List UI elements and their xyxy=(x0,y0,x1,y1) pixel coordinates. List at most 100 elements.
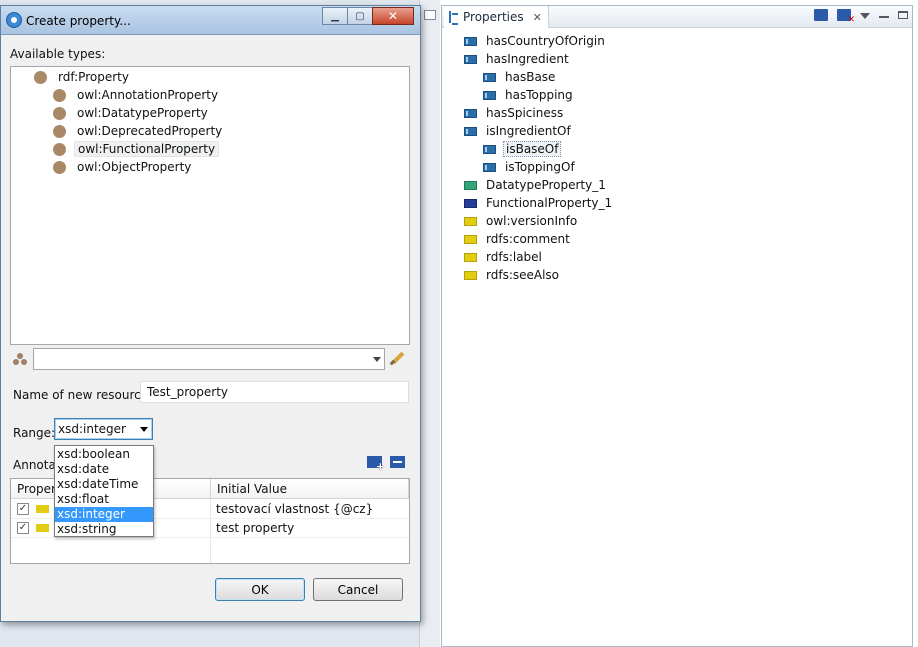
class-node-icon xyxy=(34,70,47,84)
add-annotation-icon[interactable] xyxy=(367,456,385,473)
annotation-property-icon xyxy=(464,252,477,262)
delete-property-icon[interactable] xyxy=(837,9,855,25)
available-types-label: Available types: xyxy=(10,47,106,61)
restore-view-icon[interactable] xyxy=(424,10,436,20)
close-button[interactable]: ✕ xyxy=(372,7,414,25)
class-node-icon xyxy=(53,106,66,120)
property-tree-item[interactable]: hasTopping xyxy=(464,86,614,104)
property-tree-item-label: rdfs:label xyxy=(486,250,542,264)
annotation-property-icon xyxy=(36,524,49,532)
property-tree-item[interactable]: rdfs:seeAlso xyxy=(464,266,614,284)
properties-tabbar: Properties ✕ xyxy=(442,6,912,28)
type-tree-item[interactable]: owl:ObjectProperty xyxy=(53,158,194,176)
property-tree-item[interactable]: isIngredientOf xyxy=(464,122,614,140)
object-property-icon xyxy=(483,72,496,82)
initial-value-cell[interactable]: test property xyxy=(216,521,294,535)
property-tree-item[interactable]: isToppingOf xyxy=(464,158,614,176)
new-property-icon[interactable] xyxy=(814,9,828,21)
range-option[interactable]: xsd:dateTime xyxy=(55,477,153,492)
property-tree-item[interactable]: rdfs:label xyxy=(464,248,614,266)
column-header-initial-value[interactable]: Initial Value xyxy=(211,479,409,499)
range-label: Range: xyxy=(13,426,56,440)
property-tree-item[interactable]: FunctionalProperty_1 xyxy=(464,194,614,212)
chevron-down-icon[interactable] xyxy=(140,427,148,432)
property-tree-item-label: rdfs:seeAlso xyxy=(486,268,560,282)
tab-close-icon[interactable]: ✕ xyxy=(533,11,542,24)
filter-row xyxy=(10,348,410,370)
object-property-icon xyxy=(483,162,496,172)
remove-annotation-icon[interactable] xyxy=(390,456,405,468)
view-toolbar xyxy=(814,9,908,25)
filter-combo[interactable] xyxy=(33,348,385,370)
property-tree-item[interactable]: hasBase xyxy=(464,68,614,86)
type-tree-item-label: owl:ObjectProperty xyxy=(77,160,192,174)
property-tree-item[interactable]: isBaseOf xyxy=(464,140,614,158)
type-tree-item-label: rdf:Property xyxy=(58,70,129,84)
dialog-titlebar[interactable]: Create property... ▁ ▢ ✕ xyxy=(1,6,420,35)
annotation-property-icon xyxy=(36,505,49,513)
view-menu-icon[interactable] xyxy=(860,13,870,19)
range-select[interactable]: xsd:integer xyxy=(54,418,153,440)
type-tree-item-label: owl:DeprecatedProperty xyxy=(77,124,223,138)
range-option[interactable]: xsd:date xyxy=(55,462,153,477)
annotation-property-icon xyxy=(464,234,477,244)
property-tree: hasCountryOfOrigin hasIngredient hasBase ha… xyxy=(464,32,614,284)
clear-filter-icon[interactable] xyxy=(389,350,405,366)
object-property-icon xyxy=(483,144,496,154)
property-tree-item[interactable]: rdfs:comment xyxy=(464,230,614,248)
property-tree-item-label: FunctionalProperty_1 xyxy=(486,196,613,210)
property-tree-item-label: hasSpiciness xyxy=(486,106,564,120)
object-property-icon xyxy=(464,54,477,64)
range-option[interactable]: xsd:float xyxy=(55,492,153,507)
type-tree-item[interactable]: owl:DeprecatedProperty xyxy=(53,122,225,140)
maximize-button[interactable]: ▢ xyxy=(347,7,373,25)
range-option[interactable]: xsd:string xyxy=(55,522,153,537)
window-controls: ▁ ▢ ✕ xyxy=(322,7,414,25)
row-checkbox[interactable]: ✓ xyxy=(17,503,29,515)
property-tree-item-label: isToppingOf xyxy=(505,160,575,174)
tab-properties[interactable]: Properties ✕ xyxy=(444,6,549,28)
row-checkbox[interactable]: ✓ xyxy=(17,522,29,534)
range-option[interactable]: xsd:integer xyxy=(55,507,153,522)
dialog-title: Create property... xyxy=(26,14,131,28)
type-tree-item[interactable]: rdf:Property xyxy=(34,68,132,86)
property-tree-item[interactable]: owl:versionInfo xyxy=(464,212,614,230)
tab-properties-label: Properties xyxy=(463,10,524,24)
functional-property-icon xyxy=(464,198,477,208)
property-tree-item[interactable]: DatatypeProperty_1 xyxy=(464,176,614,194)
property-tree-item-label: hasIngredient xyxy=(486,52,569,66)
class-node-icon xyxy=(53,124,66,138)
datatype-property-icon xyxy=(464,180,477,190)
range-option[interactable]: xsd:boolean xyxy=(55,447,153,462)
app-icon xyxy=(6,12,22,28)
side-toolbar-strip xyxy=(419,0,440,647)
range-value: xsd:integer xyxy=(58,422,126,436)
object-property-icon xyxy=(464,126,477,136)
property-tree-item-label: DatatypeProperty_1 xyxy=(486,178,606,192)
type-tree-item[interactable]: owl:DatatypeProperty xyxy=(53,104,211,122)
class-node-icon xyxy=(53,88,66,102)
type-tree-item[interactable]: owl:FunctionalProperty xyxy=(53,140,220,158)
type-tree-item[interactable]: owl:AnnotationProperty xyxy=(53,86,221,104)
property-tree-item-label: hasCountryOfOrigin xyxy=(486,34,605,48)
maximize-icon[interactable] xyxy=(898,11,908,19)
minimize-icon[interactable] xyxy=(879,16,889,18)
create-property-dialog: Create property... ▁ ▢ ✕ Available types… xyxy=(0,5,421,622)
property-tree-item[interactable]: hasIngredient xyxy=(464,50,614,68)
property-tree-item[interactable]: hasCountryOfOrigin xyxy=(464,32,614,50)
property-tree-item[interactable]: hasSpiciness xyxy=(464,104,614,122)
property-tree-item-label: hasTopping xyxy=(505,88,573,102)
annotation-property-icon xyxy=(464,270,477,280)
cancel-button[interactable]: Cancel xyxy=(313,578,403,601)
ok-button[interactable]: OK xyxy=(215,578,305,601)
object-property-icon xyxy=(464,36,477,46)
initial-value-cell[interactable]: testovací vlastnost {@cz} xyxy=(216,502,373,516)
properties-icon xyxy=(448,10,458,25)
property-tree-item-label: owl:versionInfo xyxy=(486,214,578,228)
property-tree-item-label: rdfs:comment xyxy=(486,232,570,246)
property-tree-item-label: isIngredientOf xyxy=(486,124,571,138)
chevron-down-icon[interactable] xyxy=(373,357,381,362)
types-tree: rdf:Property owl:AnnotationProperty owl:Da… xyxy=(10,66,410,345)
minimize-button[interactable]: ▁ xyxy=(322,7,348,25)
name-input[interactable] xyxy=(140,381,409,403)
